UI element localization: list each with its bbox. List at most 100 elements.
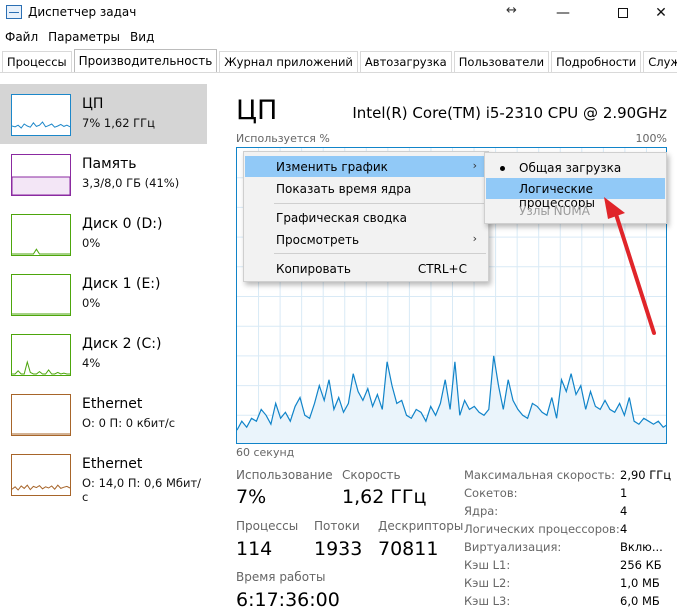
handles-label: Дескрипторы [378, 519, 464, 533]
memory-fill [12, 176, 70, 195]
disk-mini-graph [11, 334, 71, 376]
sidebar-item-subtitle: 7% 1,62 ГГц [82, 116, 156, 130]
mini-graph-line [12, 121, 70, 129]
memory-mini-graph [11, 154, 71, 196]
uptime-value: 6:17:36:00 [236, 589, 340, 611]
sidebar-item-title: Ethernet [82, 396, 143, 412]
menu-item-label: Копировать [276, 262, 351, 276]
uptime-label: Время работы [236, 570, 326, 584]
resource-sidebar: ЦП 7% 1,62 ГГц Память 3,3/8,0 ГБ (41%) Д… [0, 84, 207, 611]
speed-value: 1,62 ГГц [342, 486, 427, 508]
sidebar-item-cpu[interactable]: ЦП 7% 1,62 ГГц [0, 84, 207, 144]
detail-value: 6,0 МБ [620, 594, 660, 608]
menu-file[interactable]: Файл [0, 28, 43, 48]
submenu-item-logical-processors[interactable]: Логические процессоры [486, 178, 665, 210]
menu-item-label: Показать время ядра [276, 182, 412, 196]
maximize-icon [618, 8, 628, 18]
detail-key: Сокетов: [464, 486, 518, 500]
sidebar-item-title: Ethernet [82, 456, 143, 472]
handles-value: 70811 [378, 538, 439, 560]
menu-bar: Файл Параметры Вид [0, 28, 159, 48]
menu-item-change-graph[interactable]: Изменить график › [245, 156, 487, 177]
threads-label: Потоки [314, 519, 360, 533]
menu-options[interactable]: Параметры [43, 28, 125, 48]
page-title: ЦП [236, 95, 278, 126]
context-menu: Изменить график › Показать время ядра Гр… [243, 151, 489, 282]
menu-view[interactable]: Вид [125, 28, 159, 48]
menu-separator [274, 203, 486, 204]
close-button[interactable]: ✕ [645, 0, 677, 26]
mini-graph-line [12, 248, 70, 255]
network-mini-graph [11, 454, 71, 496]
sidebar-item-title: Диск 2 (C:) [82, 336, 162, 352]
usage-label: Использование [236, 468, 333, 482]
menu-separator [274, 253, 486, 254]
cpu-model: Intel(R) Core(TM) i5-2310 CPU @ 2.90GHz [352, 104, 667, 122]
detail-key: Кэш L1: [464, 558, 511, 572]
detail-key: Виртуализация: [464, 540, 562, 554]
tab-performance[interactable]: Производительность [73, 49, 218, 72]
submenu-arrow-icon: › [472, 159, 477, 172]
sidebar-item-subtitle: 0% [82, 296, 101, 310]
sidebar-item-disk-0[interactable]: Диск 0 (D:) 0% [0, 204, 207, 264]
submenu-item-overall[interactable]: Общая загрузка [486, 157, 665, 178]
sidebar-item-disk-2[interactable]: Диск 2 (C:) 4% [0, 324, 207, 384]
menu-item-copy[interactable]: Копировать CTRL+C [245, 258, 487, 279]
mini-graph-line [12, 360, 70, 375]
sidebar-item-title: Память [82, 156, 137, 172]
speed-label: Скорость [342, 468, 401, 482]
detail-value: 256 КБ [620, 558, 662, 572]
resize-cursor-icon: ↔ [506, 3, 517, 18]
tab-users[interactable]: Пользователи [453, 51, 550, 72]
radio-dot-icon [500, 166, 505, 171]
detail-value: Вклю... [620, 540, 663, 554]
task-manager-icon [6, 5, 22, 19]
detail-key: Кэш L3: [464, 594, 511, 608]
network-mini-graph [11, 394, 71, 436]
disk-mini-graph [11, 274, 71, 316]
detail-value: 1 [620, 486, 628, 500]
usage-value: 7% [236, 486, 267, 508]
detail-value: 2,90 ГГц [620, 468, 672, 482]
title-bar[interactable]: Диспетчер задач ↔ — ✕ [0, 0, 677, 26]
sidebar-item-subtitle: О: 14,0 П: 0,6 Мбит/с [82, 476, 202, 504]
submenu-item-numa-nodes: Узлы NUMA [486, 200, 665, 221]
minimize-button[interactable]: — [540, 0, 586, 26]
copy-shortcut: CTRL+C [417, 262, 467, 276]
sidebar-item-ethernet-2[interactable]: Ethernet О: 14,0 П: 0,6 Мбит/с [0, 444, 207, 504]
sidebar-item-subtitle: 0% [82, 236, 101, 250]
graph-y-label: Используется % [236, 132, 330, 145]
sidebar-item-title: Диск 1 (E:) [82, 276, 161, 292]
sidebar-item-subtitle: 4% [82, 356, 101, 370]
menu-item-label: Общая загрузка [519, 161, 622, 175]
tab-services[interactable]: Службы [643, 51, 677, 72]
menu-item-label: Изменить график [276, 160, 388, 174]
change-graph-submenu: Общая загрузка Логические процессоры Узл… [484, 152, 667, 224]
detail-key: Ядра: [464, 504, 499, 518]
sidebar-item-subtitle: 3,3/8,0 ГБ (41%) [82, 176, 180, 190]
detail-value: 4 [620, 504, 628, 518]
sidebar-item-ethernet-1[interactable]: Ethernet О: 0 П: 0 кбит/с [0, 384, 207, 444]
tab-details[interactable]: Подробности [551, 51, 642, 72]
threads-value: 1933 [314, 538, 363, 560]
menu-item-show-kernel-time[interactable]: Показать время ядра [245, 178, 487, 199]
detail-value: 1,0 МБ [620, 576, 660, 590]
detail-key: Максимальная скорость: [464, 468, 616, 482]
tab-strip: Процессы Производительность Журнал прило… [0, 49, 677, 73]
sidebar-item-disk-1[interactable]: Диск 1 (E:) 0% [0, 264, 207, 324]
tab-startup[interactable]: Автозагрузка [359, 51, 452, 72]
processes-value: 114 [236, 538, 273, 560]
tab-processes[interactable]: Процессы [2, 51, 72, 72]
tab-app-history[interactable]: Журнал приложений [219, 51, 358, 72]
menu-item-label: Узлы NUMA [519, 204, 590, 218]
menu-item-label: Просмотреть [276, 233, 360, 247]
processes-label: Процессы [236, 519, 299, 533]
submenu-arrow-icon: › [472, 232, 477, 245]
menu-item-label: Графическая сводка [276, 211, 407, 225]
maximize-button[interactable] [600, 0, 646, 26]
sidebar-item-subtitle: О: 0 П: 0 кбит/с [82, 416, 176, 430]
cpu-mini-graph [11, 94, 71, 136]
menu-item-view[interactable]: Просмотреть › [245, 229, 487, 250]
menu-item-summary-view[interactable]: Графическая сводка [245, 207, 487, 228]
sidebar-item-memory[interactable]: Память 3,3/8,0 ГБ (41%) [0, 144, 207, 204]
